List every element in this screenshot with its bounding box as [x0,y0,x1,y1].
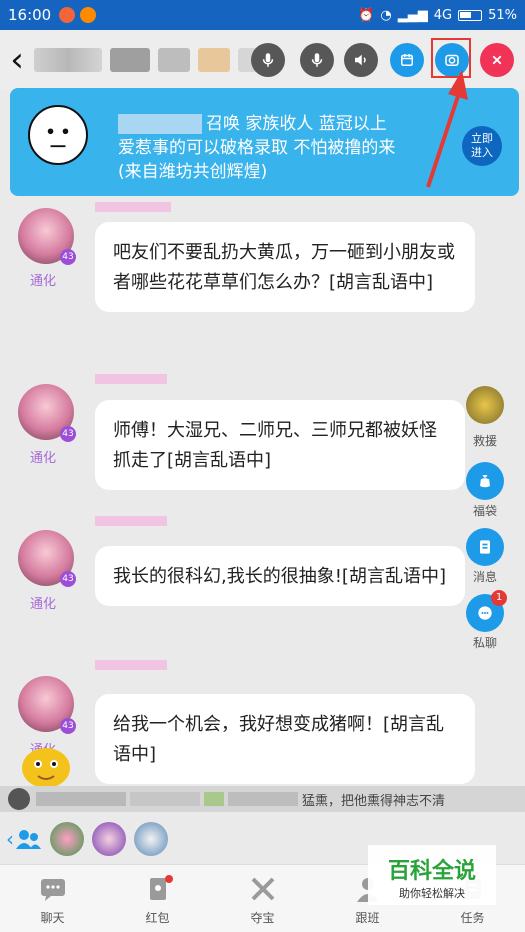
sender-name-blurred [95,374,167,384]
side-label-private-chat: 私聊 [472,636,497,650]
banner-name-blurred [118,114,202,134]
avatar-icon [466,386,504,424]
level-badge: 43 [60,718,76,734]
mic-icon [311,53,323,67]
message-bubble: 吧友们不要乱扔大黄瓜，万一砸到小朋友或者哪些花花草草们怎么办？[胡言乱语中] [95,222,475,312]
mic-button-2[interactable] [300,43,334,77]
watermark-title: 百科全说 [387,859,476,884]
sender-location: 通化 [30,597,57,612]
tab-red-packet[interactable]: 红包 [105,865,210,932]
message-bubble: 师傅！大湿兄、二师兄、三师兄都被妖怪抓走了[胡言乱语中] [95,400,465,490]
notice-blurred [228,792,298,806]
sender-name-blurred [95,516,167,526]
level-badge: 43 [60,571,76,587]
close-button[interactable] [480,43,514,77]
room-name-blurred [110,48,150,72]
red-dot [164,875,173,883]
tab-label: 夺宝 [250,911,275,925]
member-avatar[interactable] [92,822,126,856]
watermark: 百科全说 助你轻松解决 [368,845,496,905]
side-action-private-chat[interactable]: 1 私聊 [463,590,507,651]
unread-badge: 1 [491,590,507,606]
chat-icon [38,875,68,903]
message-bubble: 给我一个机会，我好想变成猪啊！[胡言乱语中] [95,694,475,784]
tab-label: 聊天 [40,911,65,925]
side-action-rescue[interactable]: 救援 [463,386,507,449]
members-icon[interactable] [14,828,42,850]
close-icon [492,55,502,65]
tab-label: 红包 [145,911,170,925]
calendar-icon [401,54,413,66]
speaker-button[interactable] [344,43,378,77]
red-arrow-annotation [426,70,468,188]
mascot-icon[interactable] [18,740,74,790]
notice-text: 猛熏，把他熏得神志不清 [302,793,446,809]
side-action-lucky-bag[interactable]: 福袋 [463,462,507,519]
notice-avatar [8,788,30,810]
room-name-blurred [34,48,102,72]
banner-avatar [28,105,88,165]
member-avatar[interactable] [50,822,84,856]
banner-text: 召唤 家族收人 蓝冠以上 爱惹事的可以破格录取 不怕被撸的来 (来自潍坊共创辉煌… [118,112,458,184]
level-badge: 43 [60,426,76,442]
notice-strip: 猛熏，把他熏得神志不清 [0,786,525,812]
side-label-lucky-bag: 福袋 [472,504,497,518]
signal-icon: ▂▄▆ [397,7,428,23]
weibo-icon [59,7,76,23]
status-time: 16:00 [8,6,52,24]
wifi-icon: ◔ [380,7,392,23]
swords-icon [248,875,278,903]
battery-icon [458,9,483,21]
notice-blurred [204,792,224,806]
message-bubble: 我长的很科幻,我长的很抽象![胡言乱语中] [95,546,465,606]
sender-location: 通化 [30,274,57,289]
speaker-icon [355,54,366,66]
sender-name-blurred [95,660,167,670]
sender-name-blurred [95,202,171,212]
lucky-bag-icon [466,462,504,500]
network-type: 4G [433,7,453,23]
level-badge: 43 [60,249,76,265]
battery-percent: 51% [488,7,517,23]
room-name-blurred [158,48,190,72]
tab-label: 跟班 [355,911,380,925]
tab-label: 任务 [460,911,485,925]
notice-blurred [130,792,200,806]
room-name-blurred [198,48,230,72]
tab-chat[interactable]: 聊天 [0,865,105,932]
sender-location: 通化 [30,451,57,466]
alarm-icon: ⏰ [358,7,375,23]
mic-icon [262,53,274,67]
banner-line-2: 爱惹事的可以破格录取 不怕被撸的来 [118,138,396,158]
chevron-left-icon[interactable]: ‹ [6,827,14,851]
red-packet-icon [143,875,173,903]
message-icon [466,528,504,566]
banner-line-3: (来自潍坊共创辉煌) [118,162,268,182]
side-label-rescue: 救援 [472,434,497,448]
status-bar: 16:00 ⏰ ◔ ▂▄▆ 4G 51% [0,0,525,30]
member-avatar[interactable] [134,822,168,856]
tab-treasure[interactable]: 夺宝 [210,865,315,932]
calendar-button[interactable] [390,43,424,77]
watermark-subtitle: 助你轻松解决 [399,887,465,900]
banner-line-1: 召唤 家族收人 蓝冠以上 [206,114,387,134]
side-action-messages[interactable]: 消息 [463,528,507,585]
side-label-messages: 消息 [472,570,497,584]
back-button[interactable]: ‹ [0,30,34,90]
mic-button[interactable] [251,43,285,77]
notice-blurred [36,792,126,806]
app-notification-icon [80,7,97,23]
